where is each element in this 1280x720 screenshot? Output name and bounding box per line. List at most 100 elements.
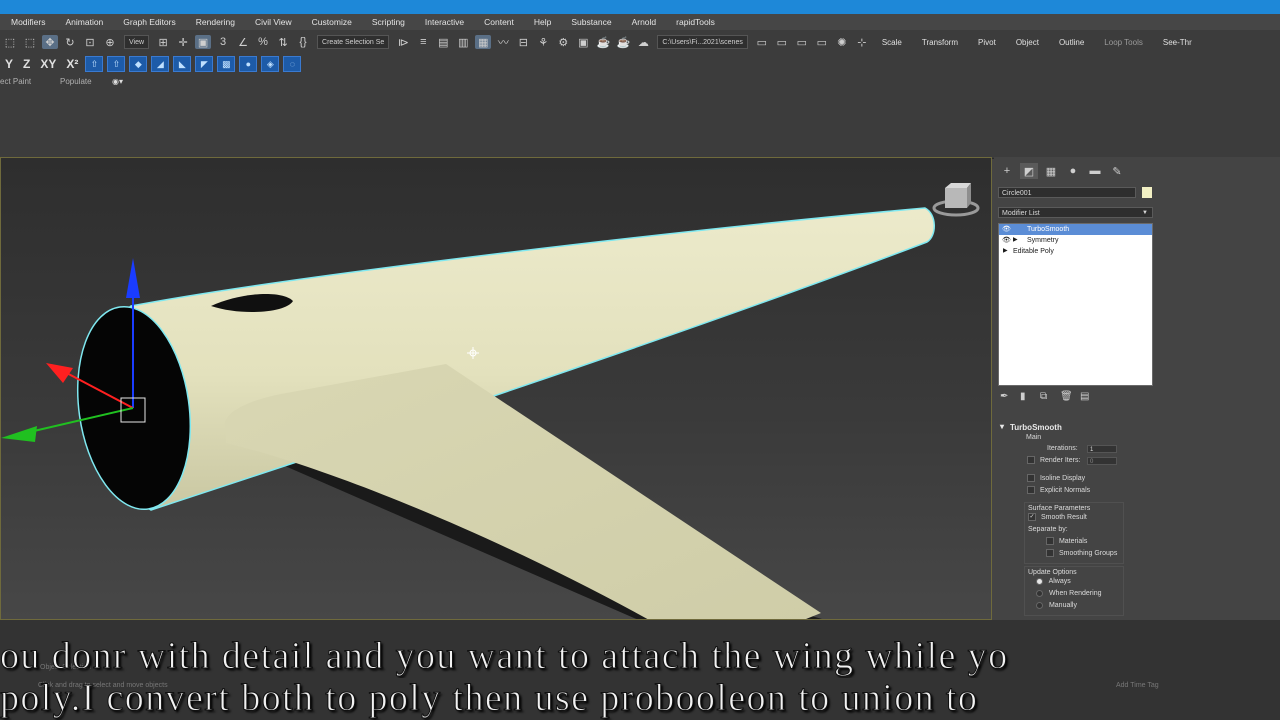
menu-graph-editors[interactable]: Graph Editors xyxy=(112,17,184,27)
render-active-icon[interactable]: ☕ xyxy=(615,35,631,49)
project-path-dropdown[interactable]: C:\Users\Fi...2021\scenes xyxy=(657,35,748,49)
gizmo-y-arrow-icon[interactable] xyxy=(1,426,37,442)
snap-tool-icon[interactable]: ◣ xyxy=(173,56,192,72)
curve-editor-icon[interactable]: 〰 xyxy=(495,35,511,49)
ribbon-tab-populate[interactable]: Populate xyxy=(60,77,92,86)
select-object-icon[interactable]: ⬚ xyxy=(22,35,38,49)
snap-tool-icon[interactable]: ◤ xyxy=(195,56,214,72)
render-iters-checkbox[interactable] xyxy=(1027,456,1035,465)
hierarchy-tab-icon[interactable]: ▦ xyxy=(1042,163,1060,179)
snap-tool-icon[interactable]: ⇧ xyxy=(85,56,104,72)
stack-item-turbosmooth[interactable]: 👁 TurboSmooth xyxy=(999,224,1152,235)
axis-z-button[interactable]: Z xyxy=(23,57,30,71)
menu-modifiers[interactable]: Modifiers xyxy=(0,17,54,27)
stack-item-editable-poly[interactable]: ▶ Editable Poly xyxy=(999,246,1152,257)
mirror-icon[interactable]: ⧐ xyxy=(395,35,411,49)
expand-triangle-icon[interactable]: ▶ xyxy=(1003,246,1008,257)
selection-set-dropdown[interactable]: Create Selection Se xyxy=(317,35,390,49)
percent-snap-icon[interactable]: % xyxy=(255,35,271,49)
layer-explorer-icon[interactable]: ▥ xyxy=(455,35,471,49)
snap-tool-icon[interactable]: ▩ xyxy=(217,56,236,72)
display-tab-icon[interactable]: ▬ xyxy=(1086,163,1104,179)
modify-tab-icon[interactable]: ◩ xyxy=(1020,163,1038,179)
isoline-checkbox[interactable] xyxy=(1027,474,1035,483)
render-setup-icon[interactable]: ⚙ xyxy=(555,35,571,49)
explicit-normals-checkbox[interactable] xyxy=(1027,486,1035,495)
make-unique-icon[interactable]: ⧉ xyxy=(1040,391,1060,402)
axis-xy-button[interactable]: XY xyxy=(40,57,56,71)
stack-item-symmetry[interactable]: 👁 ▶ Symmetry xyxy=(999,235,1152,246)
align-icon[interactable]: ≡ xyxy=(415,35,431,49)
smooth-result-checkbox[interactable]: ✓ xyxy=(1028,513,1036,522)
project-new-icon[interactable]: ▭ xyxy=(814,35,830,49)
pivot-label[interactable]: Pivot xyxy=(978,38,996,47)
menu-rendering[interactable]: Rendering xyxy=(185,17,244,27)
see-through-label[interactable]: See-Thr xyxy=(1163,38,1192,47)
outline-label[interactable]: Outline xyxy=(1059,38,1084,47)
modifier-list-dropdown[interactable]: Modifier List ▼ xyxy=(998,207,1153,218)
smoothing-groups-checkbox[interactable] xyxy=(1046,549,1054,558)
loop-tools-label[interactable]: Loop Tools xyxy=(1104,38,1143,47)
materials-checkbox[interactable] xyxy=(1046,537,1054,546)
snap-tool-icon[interactable]: ● xyxy=(239,56,258,72)
named-selection-icon[interactable]: {} xyxy=(295,35,311,49)
snap-tool-icon[interactable]: ◈ xyxy=(261,56,280,72)
snap-tool-icon[interactable]: ◌ xyxy=(283,56,302,72)
utilities-tab-icon[interactable]: ✎ xyxy=(1108,163,1126,179)
schematic-view-icon[interactable]: ⊟ xyxy=(515,35,531,49)
motion-tab-icon[interactable]: ● xyxy=(1064,163,1082,179)
menu-substance[interactable]: Substance xyxy=(560,17,620,27)
iterations-spinner[interactable]: 1 xyxy=(1087,445,1117,453)
gizmo-z-arrow-icon[interactable] xyxy=(126,258,140,298)
keyboard-shortcut-icon[interactable]: ▣ xyxy=(195,35,212,49)
select-region-icon[interactable]: ⬚ xyxy=(2,35,18,49)
wing[interactable] xyxy=(224,364,821,620)
snap-tool-icon[interactable]: ◆ xyxy=(129,56,148,72)
configure-modifier-sets-icon[interactable]: ▤ xyxy=(1080,391,1100,402)
reference-coordinate-dropdown[interactable]: View xyxy=(124,35,150,49)
manually-radio[interactable] xyxy=(1036,601,1043,609)
object-color-swatch[interactable] xyxy=(1142,187,1152,198)
select-rotate-icon[interactable]: ↻ xyxy=(62,35,78,49)
angle-snap-icon[interactable]: ∠ xyxy=(235,35,251,49)
project-open-icon[interactable]: ▭ xyxy=(774,35,790,49)
menu-content[interactable]: Content xyxy=(473,17,523,27)
always-radio[interactable] xyxy=(1036,577,1043,585)
transform-label[interactable]: Transform xyxy=(922,38,958,47)
plugin-icon[interactable]: ✺ xyxy=(834,35,850,49)
object-name-field[interactable]: Circle001 xyxy=(998,187,1136,198)
move-axis-icon[interactable]: ✛ xyxy=(175,35,191,49)
snap-3d-icon[interactable]: 3 xyxy=(215,35,231,49)
scale-label[interactable]: Scale xyxy=(882,38,902,47)
spinner-snap-icon[interactable]: ⇅ xyxy=(275,35,291,49)
project-folder-icon[interactable]: ▭ xyxy=(754,35,770,49)
material-editor-icon[interactable]: ⚘ xyxy=(535,35,551,49)
viewcube-icon[interactable] xyxy=(932,183,980,217)
render-iters-spinner[interactable]: 0 xyxy=(1087,457,1117,465)
eye-icon[interactable]: 👁 xyxy=(1002,224,1011,235)
project-save-icon[interactable]: ▭ xyxy=(794,35,810,49)
perspective-viewport[interactable] xyxy=(0,157,992,620)
render-frame-icon[interactable]: ▣ xyxy=(575,35,591,49)
menu-scripting[interactable]: Scripting xyxy=(361,17,414,27)
snap-tool-icon[interactable]: ◢ xyxy=(151,56,170,72)
expand-triangle-icon[interactable]: ▶ xyxy=(1013,235,1018,246)
ribbon-toggle-icon[interactable]: ▦ xyxy=(475,35,492,49)
select-place-icon[interactable]: ⊕ xyxy=(102,35,118,49)
pin-stack-icon[interactable]: ✒ xyxy=(1000,391,1020,402)
axis-x2-button[interactable]: X² xyxy=(66,57,78,71)
menu-help[interactable]: Help xyxy=(523,17,560,27)
ribbon-options-icon[interactable]: ◉▾ xyxy=(112,77,123,86)
gizmo-x-arrow-icon[interactable] xyxy=(46,363,73,383)
render-icon[interactable]: ☕ xyxy=(595,35,611,49)
show-end-result-icon[interactable]: ▮ xyxy=(1020,391,1040,402)
select-move-icon[interactable]: ✥ xyxy=(42,35,58,49)
snap-tool-icon[interactable]: ⇧ xyxy=(107,56,126,72)
ribbon-tab-object-paint[interactable]: ect Paint xyxy=(0,77,31,86)
menu-customize[interactable]: Customize xyxy=(301,17,361,27)
menu-civil-view[interactable]: Civil View xyxy=(244,17,301,27)
eye-icon[interactable]: 👁 xyxy=(1002,235,1011,246)
menu-animation[interactable]: Animation xyxy=(54,17,112,27)
rollout-title[interactable]: TurboSmooth xyxy=(1000,422,1152,432)
pivot-center-icon[interactable]: ⊞ xyxy=(155,35,171,49)
